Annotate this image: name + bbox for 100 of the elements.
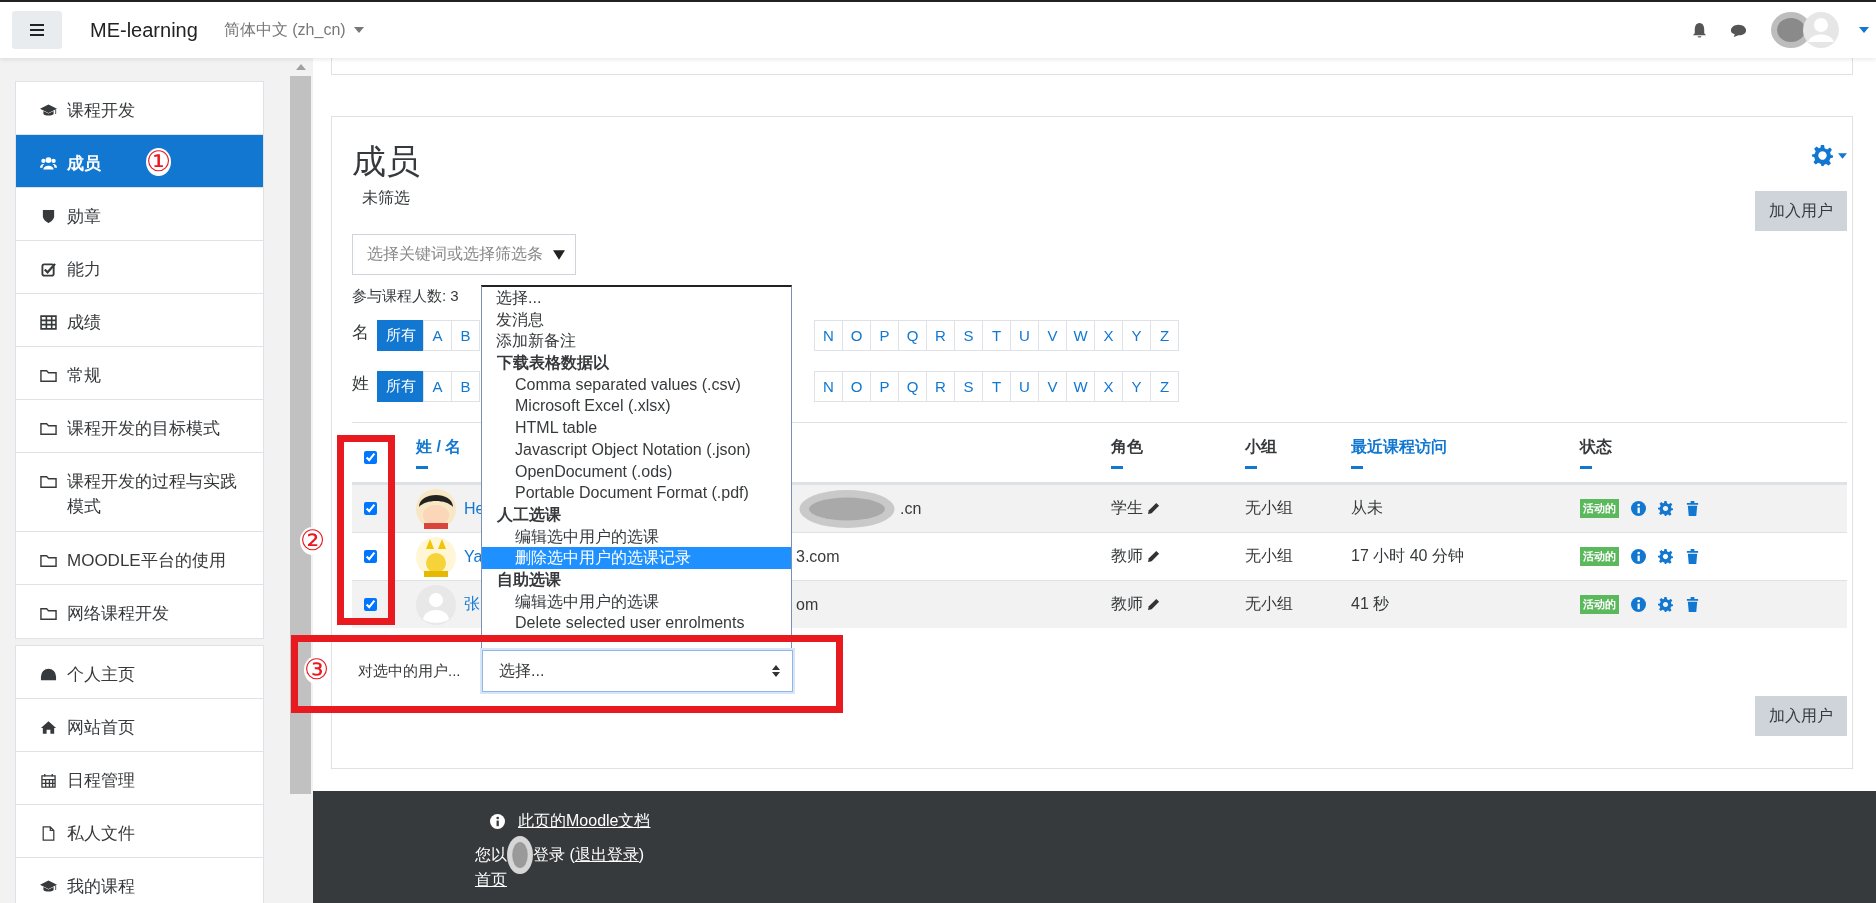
initial-filter-button[interactable]: S — [954, 371, 983, 402]
initial-filter-button[interactable]: U — [1010, 371, 1039, 402]
initial-filter-button[interactable]: V — [1038, 320, 1067, 351]
sidebar-item[interactable]: 网站首页 — [16, 699, 263, 752]
home-link[interactable]: 首页 — [475, 870, 1876, 891]
initial-filter-button[interactable]: 所有 — [377, 371, 424, 402]
initial-filter-button[interactable]: P — [870, 320, 899, 351]
settings-icon[interactable] — [1658, 501, 1673, 516]
collapse-icon[interactable] — [1580, 465, 1592, 469]
dropdown-option[interactable]: 添加新备注 — [482, 330, 791, 353]
info-icon[interactable] — [1631, 501, 1646, 516]
initial-filter-button[interactable]: W — [1066, 371, 1095, 402]
dropdown-option[interactable]: HTML table — [482, 417, 791, 439]
dropdown-option[interactable]: Microsoft Excel (.xlsx) — [482, 395, 791, 418]
initial-filter-button[interactable]: T — [982, 371, 1011, 402]
sidebar-item[interactable]: 常规 — [16, 347, 263, 400]
collapse-icon[interactable] — [1245, 465, 1257, 469]
initial-filter-button[interactable]: V — [1038, 371, 1067, 402]
dropdown-option[interactable]: Portable Document Format (.pdf) — [482, 482, 791, 504]
initial-filter-button[interactable]: W — [1066, 320, 1095, 351]
dropdown-option[interactable]: 编辑选中用户的选课 — [482, 590, 791, 613]
settings-icon[interactable] — [1658, 597, 1673, 612]
initial-filter-button[interactable]: T — [982, 320, 1011, 351]
initial-filter-button[interactable]: O — [842, 371, 871, 402]
initial-filter-button[interactable]: U — [1010, 320, 1039, 351]
folder-icon — [40, 421, 57, 436]
sidebar-item[interactable]: 网络课程开发 — [16, 585, 263, 638]
dropdown-option[interactable]: Javascript Object Notation (.json) — [482, 438, 791, 461]
sidebar-item[interactable]: 私人文件 — [16, 805, 263, 858]
initial-filter-button[interactable]: Z — [1150, 320, 1179, 351]
collapse-icon[interactable] — [1111, 465, 1123, 469]
scroll-up-icon[interactable] — [295, 64, 306, 70]
sidebar-item[interactable]: 个人主页 — [16, 646, 263, 699]
user-name-link[interactable]: Ya — [464, 547, 483, 566]
bell-icon[interactable] — [1691, 21, 1708, 39]
initial-filter-button[interactable]: A — [423, 320, 452, 351]
sidebar-item[interactable]: 成绩 — [16, 294, 263, 347]
column-header[interactable]: 姓 / 名 — [416, 436, 462, 458]
user-avatar[interactable] — [1769, 10, 1841, 50]
column-header[interactable]: 最近课程访问 — [1351, 436, 1447, 458]
settings-icon[interactable] — [1658, 549, 1673, 564]
initial-filter-button[interactable]: 所有 — [377, 320, 424, 351]
initial-filter-button[interactable]: Y — [1122, 320, 1151, 351]
dropdown-option[interactable]: Delete selected user enrolments — [482, 612, 791, 634]
settings-menu[interactable] — [1812, 145, 1847, 166]
docs-link[interactable]: 此页的Moodle文档 — [518, 811, 651, 832]
sidebar-item[interactable]: 课程开发的目标模式 — [16, 400, 263, 453]
sidebar-item[interactable]: 我的课程 — [16, 858, 263, 903]
initial-filter-button[interactable]: Z — [1150, 371, 1179, 402]
info-icon[interactable] — [1631, 549, 1646, 564]
sidebar-item[interactable]: 日程管理 — [16, 752, 263, 805]
initial-filter-button[interactable]: P — [870, 371, 899, 402]
initial-filter-button[interactable]: X — [1094, 371, 1123, 402]
user-name-link[interactable]: 张 — [464, 594, 480, 615]
dropdown-option[interactable]: 选择... — [482, 287, 791, 309]
select-all-checkbox[interactable] — [364, 451, 377, 464]
sidebar-item[interactable]: MOODLE平台的使用 — [16, 532, 263, 585]
role-text: 教师 — [1111, 546, 1143, 566]
pencil-icon[interactable] — [1147, 550, 1160, 563]
option-group-label: 自助选课 — [496, 569, 562, 590]
initial-filter-button[interactable]: O — [842, 320, 871, 351]
pencil-icon[interactable] — [1147, 598, 1160, 611]
initial-filter-button[interactable]: N — [814, 371, 843, 402]
initial-filter-button[interactable]: X — [1094, 320, 1123, 351]
row-checkbox[interactable] — [364, 598, 377, 611]
dropdown-option[interactable]: OpenDocument (.ods) — [482, 460, 791, 483]
collapse-icon[interactable] — [1351, 465, 1363, 469]
initial-filter-button[interactable]: A — [423, 371, 452, 402]
initial-filter-button[interactable]: R — [926, 320, 955, 351]
dropdown-option[interactable]: 删除选中用户的选课记录 — [482, 547, 791, 569]
menu-button[interactable] — [12, 11, 62, 49]
site-name[interactable]: ME-learning — [90, 18, 198, 42]
initial-filter-button[interactable]: B — [451, 371, 480, 402]
initial-filter-button[interactable]: R — [926, 371, 955, 402]
add-user-button[interactable]: 加入用户 — [1755, 696, 1847, 736]
dropdown-option[interactable]: Comma separated values (.csv) — [482, 373, 791, 396]
initial-filter-button[interactable]: N — [814, 320, 843, 351]
sidebar-item[interactable]: 能力 — [16, 241, 263, 294]
collapse-icon[interactable] — [416, 465, 428, 469]
add-user-button[interactable]: 加入用户 — [1755, 191, 1847, 231]
dropdown-option[interactable]: 编辑选中用户的选课 — [482, 525, 791, 548]
initial-filter-button[interactable]: Q — [898, 320, 927, 351]
initial-filter-button[interactable]: B — [451, 320, 480, 351]
logout-link[interactable]: 退出登录 — [574, 844, 639, 866]
sidebar-item[interactable]: 勋章 — [16, 188, 263, 241]
trash-icon[interactable] — [1685, 597, 1700, 612]
initial-filter-button[interactable]: S — [954, 320, 983, 351]
language-menu[interactable]: 简体中文 (zh_cn) — [223, 19, 346, 41]
trash-icon[interactable] — [1685, 549, 1700, 564]
filter-field[interactable]: 选择关键词或选择筛选条 — [352, 234, 576, 275]
row-checkbox[interactable] — [364, 502, 377, 515]
sidebar-item[interactable]: 课程开发的过程与实践模式 — [16, 453, 263, 532]
bulk-action-select[interactable]: 选择... — [482, 650, 793, 692]
initial-filter-button[interactable]: Y — [1122, 371, 1151, 402]
dropdown-option[interactable]: 发消息 — [482, 308, 791, 331]
info-icon[interactable] — [1631, 597, 1646, 612]
initial-filter-button[interactable]: Q — [898, 371, 927, 402]
pencil-icon[interactable] — [1147, 502, 1160, 515]
row-checkbox[interactable] — [364, 550, 377, 563]
trash-icon[interactable] — [1685, 501, 1700, 516]
